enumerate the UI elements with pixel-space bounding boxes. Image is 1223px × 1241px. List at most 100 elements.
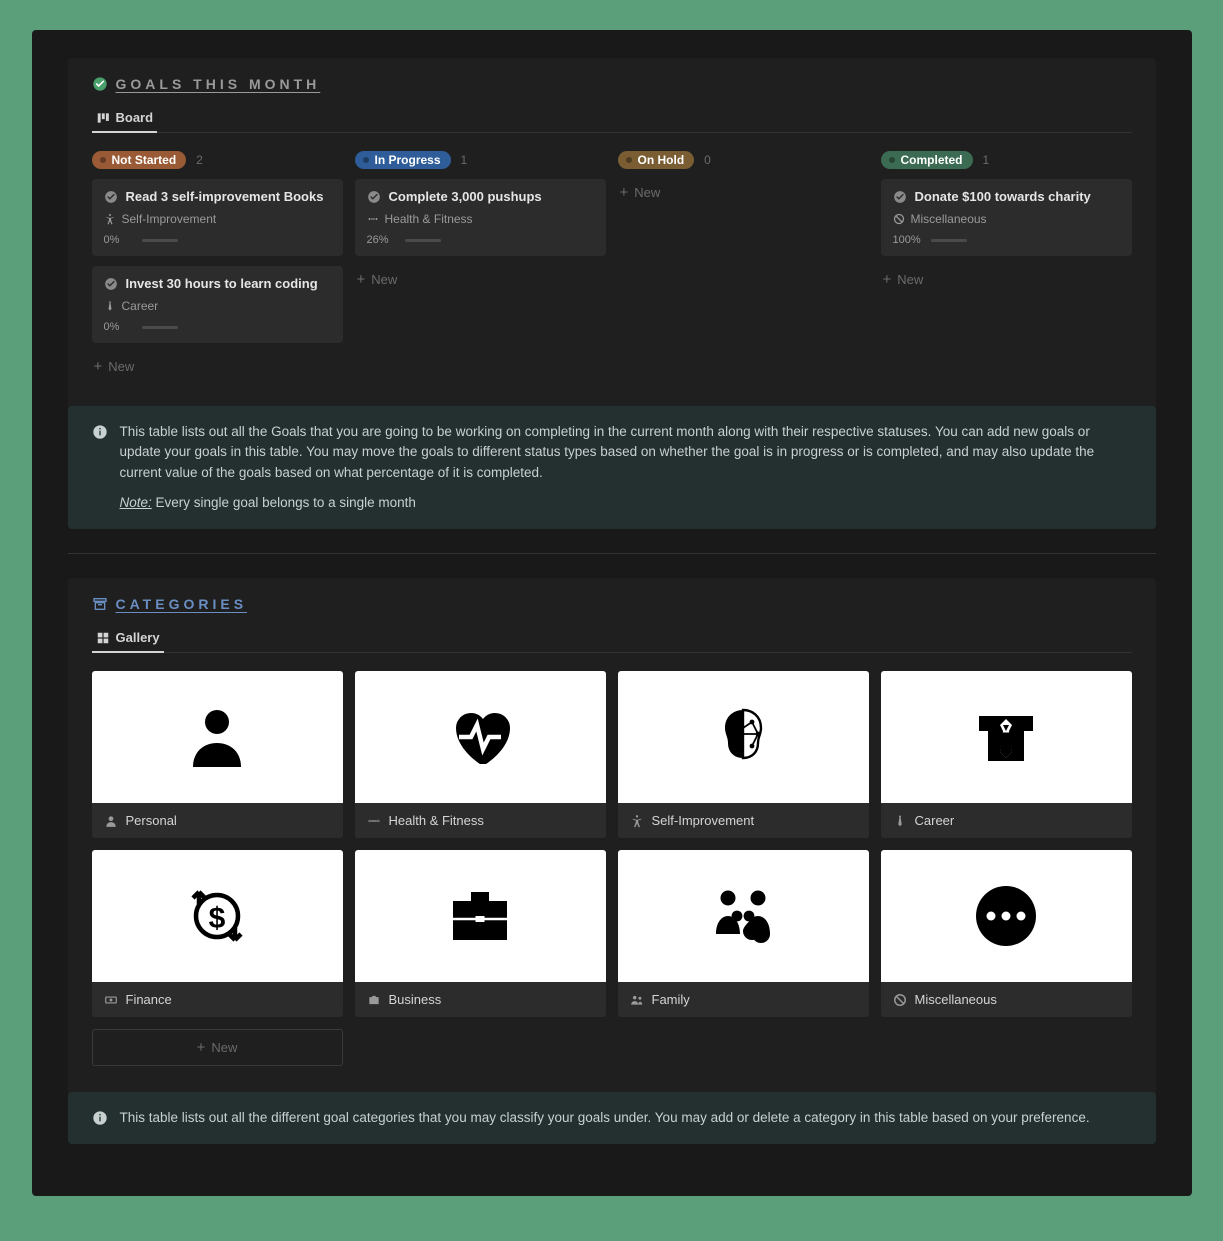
accessibility-icon [630,814,644,828]
goal-title: Complete 3,000 pushups [389,189,542,204]
goal-card[interactable]: Complete 3,000 pushups Health & Fitness … [355,179,606,256]
goal-category: Career [122,299,159,313]
accessibility-icon [104,213,116,225]
category-image [355,671,606,803]
category-card[interactable]: Personal [92,671,343,838]
check-circle-icon [893,190,907,204]
category-image [881,671,1132,803]
tie-icon [104,300,116,312]
column-count: 1 [983,153,990,167]
category-label: Business [389,992,442,1007]
category-label: Personal [126,813,177,828]
categories-tabbar: Gallery [92,624,1132,653]
categories-info-box: This table lists out all the different g… [68,1092,1156,1144]
progress-percent: 100% [893,234,923,246]
progress-percent: 26% [367,234,397,246]
category-image [618,671,869,803]
column-header: Not Started 2 [92,151,343,169]
info-icon [92,424,108,440]
new-card-button[interactable]: +New [355,266,606,293]
goal-category: Miscellaneous [911,212,987,226]
section-divider [68,553,1156,554]
categories-section: CATEGORIES Gallery Personal Health & Fit… [68,578,1156,1144]
people-icon [630,993,644,1007]
new-card-button[interactable]: +New [92,353,343,380]
kanban-column: On Hold 0 +New [618,151,869,380]
goal-title: Donate $100 towards charity [915,189,1091,204]
new-card-button[interactable]: +New [881,266,1132,293]
category-label: Family [652,992,690,1007]
tie-icon [893,814,907,828]
categories-gallery: Personal Health & Fitness Self-Improveme… [92,653,1132,1078]
plus-icon: + [620,185,629,200]
check-circle-icon [104,277,118,291]
goal-card[interactable]: Read 3 self-improvement Books Self-Impro… [92,179,343,256]
status-badge[interactable]: In Progress [355,151,451,169]
kanban-board: Not Started 2 Read 3 self-improvement Bo… [92,133,1132,392]
status-badge[interactable]: Completed [881,151,973,169]
categories-title: CATEGORIES [116,596,248,612]
category-label: Finance [126,992,172,1007]
cash-icon [104,993,118,1007]
goal-title: Read 3 self-improvement Books [126,189,324,204]
new-category-button[interactable]: +New [92,1029,343,1066]
goals-section: GOALS THIS MONTH Board Not Started 2 Rea… [68,58,1156,529]
plus-icon: + [357,272,366,287]
status-badge[interactable]: On Hold [618,151,695,169]
progress-bar [405,239,441,242]
goals-info-text: This table lists out all the Goals that … [120,422,1132,513]
category-label: Career [915,813,955,828]
status-badge[interactable]: Not Started [92,151,187,169]
ban-icon [893,213,905,225]
check-circle-icon [367,190,381,204]
archive-icon [92,596,108,612]
person-small-icon [104,814,118,828]
goal-card[interactable]: Invest 30 hours to learn coding Career 0… [92,266,343,343]
category-card[interactable]: Finance [92,850,343,1017]
kanban-column: In Progress 1 Complete 3,000 pushups Hea… [355,151,606,380]
goal-category: Health & Fitness [385,212,473,226]
plus-icon: + [197,1040,206,1055]
category-image [92,850,343,982]
goals-header: GOALS THIS MONTH [92,76,1132,98]
progress-bar [931,239,967,242]
goal-title: Invest 30 hours to learn coding [126,276,318,291]
category-image [355,850,606,982]
categories-header: CATEGORIES [92,596,1132,618]
new-card-button[interactable]: +New [618,179,869,206]
column-count: 0 [704,153,711,167]
categories-info-text: This table lists out all the different g… [120,1108,1090,1128]
kanban-column: Completed 1 Donate $100 towards charity … [881,151,1132,380]
dumbbell-icon [367,814,381,828]
category-card[interactable]: Miscellaneous [881,850,1132,1017]
info-icon [92,1110,108,1126]
category-image [92,671,343,803]
progress-bar [142,326,178,329]
category-card[interactable]: Business [355,850,606,1017]
tab-board-label: Board [116,110,154,125]
tab-board[interactable]: Board [92,104,158,133]
category-card[interactable]: Family [618,850,869,1017]
goals-tabbar: Board [92,104,1132,133]
category-card[interactable]: Self-Improvement [618,671,869,838]
ban-icon [893,993,907,1007]
briefcase-small-icon [367,993,381,1007]
progress-bar [142,239,178,242]
progress-percent: 0% [104,234,134,246]
category-label: Miscellaneous [915,992,997,1007]
plus-icon: + [94,359,103,374]
category-card[interactable]: Health & Fitness [355,671,606,838]
category-image [618,850,869,982]
goals-title: GOALS THIS MONTH [116,76,321,92]
column-header: On Hold 0 [618,151,869,169]
category-image [881,850,1132,982]
check-circle-icon [92,76,108,92]
tab-gallery[interactable]: Gallery [92,624,164,653]
tab-gallery-label: Gallery [116,630,160,645]
column-count: 2 [196,153,203,167]
category-card[interactable]: Career [881,671,1132,838]
dumbbell-icon [367,213,379,225]
goal-card[interactable]: Donate $100 towards charity Miscellaneou… [881,179,1132,256]
kanban-column: Not Started 2 Read 3 self-improvement Bo… [92,151,343,380]
column-count: 1 [461,153,468,167]
